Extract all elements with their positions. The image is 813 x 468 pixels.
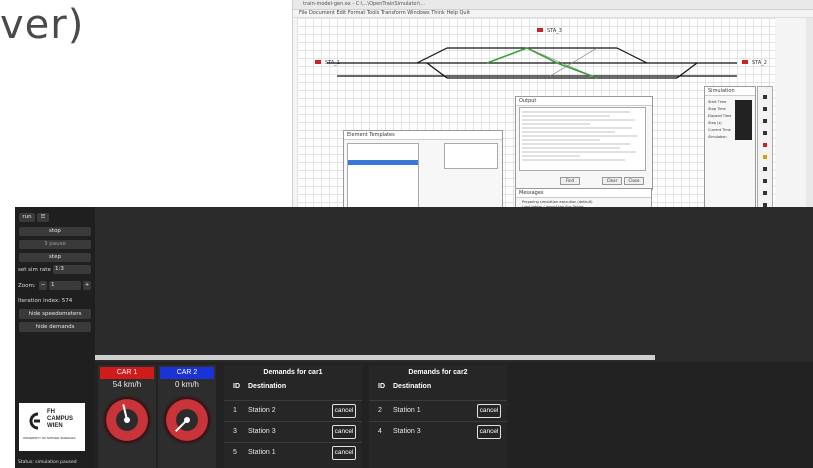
demand-row: 2 Station 1 cancel: [369, 400, 507, 421]
messages-title: Messages: [516, 189, 651, 198]
sim-field-label: Elapsed Time: [708, 114, 732, 118]
element-list-selected-row[interactable]: [348, 160, 418, 165]
demand-destination: Station 2: [248, 407, 276, 414]
demand-destination: Station 1: [393, 407, 421, 414]
logo-text-wien: WIEN: [47, 423, 63, 429]
hide-demands-button[interactable]: hide demands: [19, 322, 91, 332]
zoom-label: Zoom:: [18, 283, 36, 289]
logo-mark-icon: [29, 412, 40, 430]
slide-heading-fragment: ver): [0, 2, 85, 48]
demands-car2-col-destination: Destination: [393, 383, 432, 390]
step-button[interactable]: step: [19, 253, 91, 262]
logo-text-campus: CAMPUS: [47, 416, 74, 422]
output-log: [519, 107, 646, 171]
car1-speed: 54 km/h: [112, 380, 142, 389]
demand-id: 3: [233, 428, 237, 435]
bg-window-title: train-model-gen.ex - C:\...\OpenTrainSim…: [293, 0, 813, 10]
demands-panel-car2: Demands for car2 ID Destination 2 Statio…: [369, 365, 507, 468]
iteration-index: Iteration index: 574: [18, 298, 73, 304]
element-properties[interactable]: [444, 143, 498, 169]
output-clear-button[interactable]: Clear: [602, 177, 622, 185]
zoom-select[interactable]: 1: [49, 281, 81, 290]
car1-gauge: [102, 395, 152, 445]
demand-row: 1 Station 2 cancel: [224, 400, 362, 421]
demands-car2-col-id: ID: [378, 383, 385, 390]
zoom-in-button[interactable]: +: [83, 281, 91, 290]
demand-destination: Station 1: [248, 449, 276, 456]
cancel-demand-button[interactable]: cancel: [332, 446, 356, 460]
speedometer-car2: CAR 2 0 km/h: [158, 365, 216, 468]
demands-panel-car1: Demands for car1 ID Destination 1 Statio…: [224, 365, 362, 468]
demands-car1-title: Demands for car1: [263, 369, 323, 376]
sim-field-label: Stop Time: [708, 107, 726, 111]
sim-field-label: Start Time: [708, 100, 727, 104]
track-horizontal-scrollbar[interactable]: [95, 355, 655, 360]
sim-field-label: Simulation: [708, 135, 727, 139]
sim-field-label: Step (s): [708, 121, 722, 125]
demand-row: 4 Station 3 cancel: [369, 421, 507, 442]
simulation-title: Simulation: [705, 87, 755, 96]
sim-rate-select[interactable]: 1:3: [53, 265, 91, 274]
demand-id: 2: [378, 407, 382, 414]
demands-car1-col-destination: Destination: [248, 383, 287, 390]
status-text: Status: simulation paused: [18, 460, 77, 465]
demand-destination: Station 3: [393, 428, 421, 435]
demand-id: 1: [233, 407, 237, 414]
station-label-1: STA_1: [325, 60, 340, 66]
logo-text-university: UNIVERSITY OF APPLIED SCIENCES: [23, 436, 76, 440]
element-list[interactable]: [347, 143, 419, 209]
demand-destination: Station 3: [248, 428, 276, 435]
sim-rate-label: set sim rate: [18, 267, 51, 273]
car1-gauge-needle: [122, 404, 130, 423]
car1-label: CAR 1: [100, 367, 154, 379]
hide-speedometers-button[interactable]: hide speedometers: [19, 309, 91, 319]
bg-window-menu: File Document Edit Format Tools Transfor…: [293, 10, 813, 18]
station-label-2: STA_2: [752, 60, 767, 66]
cancel-demand-button[interactable]: cancel: [477, 425, 501, 439]
car2-gauge-needle: [174, 417, 190, 433]
sim-time-display: [735, 100, 752, 140]
zoom-out-button[interactable]: −: [39, 281, 47, 290]
demand-id: 4: [378, 428, 382, 435]
fh-campus-wien-logo: FH CAMPUS WIEN UNIVERSITY OF APPLIED SCI…: [19, 403, 85, 451]
cancel-demand-button[interactable]: cancel: [332, 425, 356, 439]
car2-gauge: [162, 395, 212, 445]
car2-label: CAR 2: [160, 367, 214, 379]
output-log-lines: [522, 111, 638, 161]
speedometer-car1: CAR 1 54 km/h: [98, 365, 156, 468]
demand-row: 5 Station 1 cancel: [224, 442, 362, 463]
output-close-button[interactable]: Close: [624, 177, 644, 185]
output-find-button[interactable]: Find: [560, 177, 580, 185]
output-dialog[interactable]: Output Find Clear Close: [515, 96, 653, 190]
control-side-panel: run ☰ stop 3 pause step set sim rate 1:3…: [15, 207, 95, 468]
car2-speed: 0 km/h: [174, 380, 199, 389]
sim-field-label: Current Time: [708, 128, 731, 132]
pause-button[interactable]: 3 pause: [19, 240, 91, 249]
demands-car2-title: Demands for car2: [408, 369, 468, 376]
output-dialog-title: Output: [516, 97, 652, 106]
logo-text-fh: FH: [47, 409, 55, 415]
run-button[interactable]: run: [19, 213, 35, 222]
station-label-3: STA_3: [547, 28, 562, 34]
bottom-dashboard: CAR 1 54 km/h CAR 2 0 km/h Demands for c…: [95, 362, 813, 468]
demand-row: 3 Station 3 cancel: [224, 421, 362, 442]
demand-id: 5: [233, 449, 237, 456]
cancel-demand-button[interactable]: cancel: [332, 404, 356, 418]
demands-car1-col-id: ID: [233, 383, 240, 390]
element-templates-title: Element Templates: [344, 131, 502, 140]
cancel-demand-button[interactable]: cancel: [477, 404, 501, 418]
element-templates-dialog[interactable]: Element Templates: [343, 130, 503, 212]
stop-button[interactable]: stop: [19, 227, 91, 236]
options-button[interactable]: ☰: [37, 213, 49, 222]
simulator-app: run ☰ stop 3 pause step set sim rate 1:3…: [15, 207, 813, 468]
